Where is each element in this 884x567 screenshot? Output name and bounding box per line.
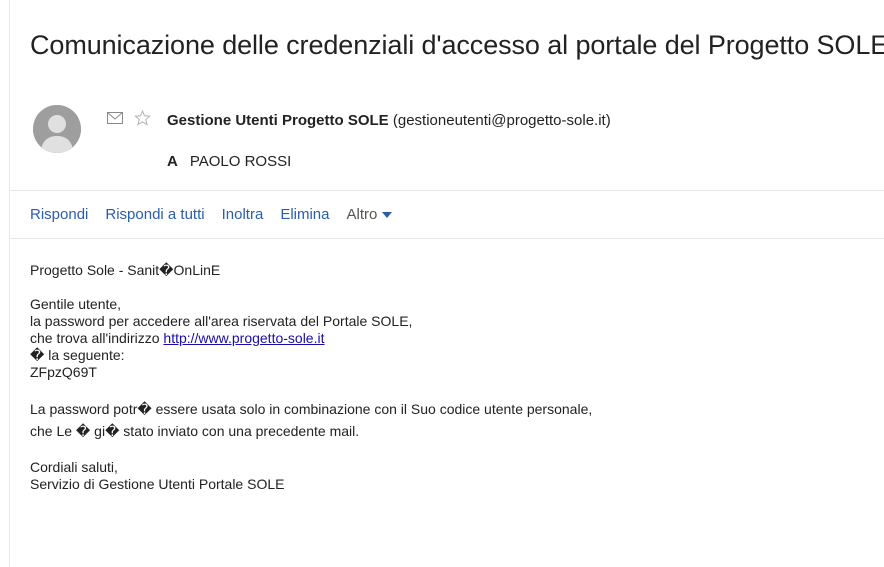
header-divider	[9, 190, 884, 191]
left-border	[9, 0, 10, 567]
sender-name[interactable]: Gestione Utenti Progetto SOLE	[167, 112, 389, 129]
recipient-label: A	[167, 153, 178, 170]
action-bar: Rispondi Rispondi a tutti Inoltra Elimin…	[30, 206, 393, 223]
reply-button[interactable]: Rispondi	[30, 206, 88, 223]
delete-button[interactable]: Elimina	[280, 206, 329, 223]
body-line2-prefix: che trova all'indirizzo	[30, 330, 164, 346]
body-header: Progetto Sole - Sanit�OnLinE	[30, 262, 221, 278]
email-body: Progetto Sole - Sanit�OnLinE Gentile ute…	[30, 262, 592, 493]
star-icon[interactable]	[134, 110, 151, 126]
body-signature: Servizio di Gestione Utenti Portale SOLE	[30, 476, 285, 492]
body-line3: � la seguente:	[30, 347, 125, 363]
actions-divider	[9, 238, 884, 239]
body-closing: Cordiali saluti,	[30, 459, 118, 475]
caret-down-icon	[382, 211, 393, 218]
more-button[interactable]: Altro	[347, 206, 393, 223]
recipient-line: A PAOLO ROSSI	[167, 153, 291, 170]
forward-button[interactable]: Inoltra	[222, 206, 264, 223]
sender-avatar	[33, 105, 81, 153]
body-line4: La password potr� essere usata solo in c…	[30, 401, 593, 417]
sender-email: (gestioneutenti@progetto-sole.it)	[392, 112, 611, 129]
sender-line: Gestione Utenti Progetto SOLE (gestioneu…	[167, 112, 611, 129]
avatar-icon	[33, 105, 81, 153]
body-line5: che Le � gi� stato inviato con una prece…	[30, 423, 360, 439]
reply-all-button[interactable]: Rispondi a tutti	[105, 206, 204, 223]
body-line2: che trova all'indirizzo http://www.proge…	[30, 330, 592, 347]
recipient-name[interactable]: PAOLO ROSSI	[190, 153, 291, 170]
body-greeting: Gentile utente,	[30, 296, 122, 312]
email-subject: Comunicazione delle credenziali d'access…	[30, 30, 884, 60]
envelope-icon[interactable]	[107, 112, 123, 124]
portal-link[interactable]: http://www.progetto-sole.it	[163, 330, 324, 346]
password-value: ZFpzQ69T	[30, 364, 97, 380]
more-label: Altro	[346, 206, 378, 223]
body-line1: la password per accedere all'area riserv…	[30, 313, 413, 329]
